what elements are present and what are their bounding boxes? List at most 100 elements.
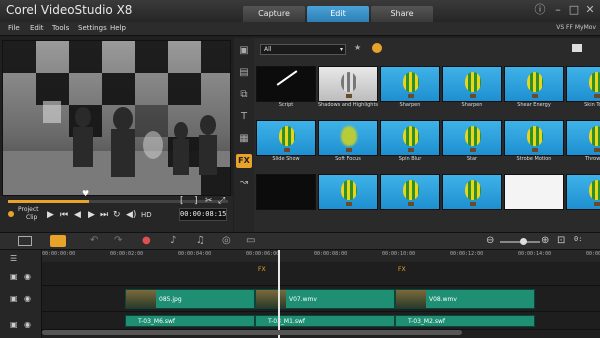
filter-label: Script <box>278 102 294 108</box>
filter-thumbnail <box>318 66 378 102</box>
timeline-scrollbar[interactable] <box>42 330 462 335</box>
timeline-ruler[interactable]: 00:00:00:00 00:00:02:00 00:00:04:00 00:00:0… <box>42 250 600 262</box>
balloon-icon <box>341 180 357 200</box>
filter-item[interactable]: Slide Show <box>256 120 321 162</box>
tab-edit[interactable]: Edit <box>307 6 369 22</box>
tab-capture[interactable]: Capture <box>243 6 305 22</box>
filter-item[interactable]: Shadows and Highlights <box>318 66 383 108</box>
menu-file[interactable]: File <box>8 24 20 32</box>
filter-item[interactable]: Star <box>442 120 507 162</box>
preview-window[interactable] <box>2 40 231 196</box>
filter-item[interactable]: Skin Tone <box>566 66 600 108</box>
graphic-icon[interactable]: ▦ <box>236 132 252 146</box>
end-icon[interactable]: ⏭ <box>100 210 108 220</box>
minimize-icon[interactable]: – <box>550 2 566 18</box>
zoom-out-icon[interactable]: ⊖ <box>486 235 494 246</box>
track-visible-icon[interactable]: ◉ <box>24 272 31 281</box>
motion-tracking-icon[interactable]: ◎ <box>222 235 231 246</box>
instant-project-icon[interactable]: ▤ <box>236 66 252 80</box>
home-icon[interactable]: ⏮ <box>60 210 68 220</box>
menu-edit[interactable]: Edit <box>30 24 44 32</box>
split-clip-icon[interactable]: ✂ <box>205 196 213 206</box>
filter-label: Soft Focus <box>335 156 361 162</box>
transition-icon[interactable]: ⧉ <box>236 88 252 102</box>
scrubber-handle[interactable]: ♥ <box>82 189 89 198</box>
filter-label: Shadows and Highlights <box>317 102 379 108</box>
filter-item[interactable] <box>442 174 507 210</box>
video-track <box>42 262 600 286</box>
sound-mixer-icon[interactable]: ♪ <box>170 235 176 246</box>
storyboard-view-icon[interactable] <box>18 236 32 246</box>
auto-music-icon[interactable]: ♫ <box>196 235 205 246</box>
library-filter-dropdown[interactable]: All ▾ <box>260 44 346 55</box>
path-icon[interactable]: ↝ <box>236 176 252 190</box>
balloon-icon <box>527 72 543 92</box>
overlay-visible-2-icon[interactable]: ◉ <box>24 320 31 329</box>
favorite-icon[interactable]: ★ <box>354 43 361 52</box>
preview-frame <box>3 41 230 195</box>
undo-icon[interactable]: ↶ <box>90 235 98 246</box>
filter-item[interactable] <box>318 174 383 210</box>
redo-icon[interactable]: ↷ <box>114 235 122 246</box>
balloon-icon <box>589 180 600 200</box>
next-frame-icon[interactable]: ▶ <box>88 210 95 220</box>
filter-item[interactable]: Shear Energy <box>504 66 569 108</box>
filter-item[interactable]: Sharpen <box>380 66 445 108</box>
sort-icon[interactable] <box>572 44 582 52</box>
track-manager-icon[interactable]: ☰ <box>10 254 17 263</box>
filter-label: Spin Blur <box>398 156 422 162</box>
filter-item[interactable]: Script <box>256 66 321 108</box>
filter-thumbnail <box>380 66 440 102</box>
filter-item[interactable]: Strobe Motion <box>504 120 569 162</box>
record-capture-icon[interactable]: ● <box>142 235 151 246</box>
clip-mode-label[interactable]: Clip <box>26 214 37 221</box>
timecode-display[interactable]: 00:00:08:15 <box>179 208 227 221</box>
subtitle-icon[interactable]: ▭ <box>246 235 255 246</box>
project-mode-label[interactable]: Project <box>18 206 39 213</box>
media-icon[interactable]: ▣ <box>236 44 252 58</box>
repeat-icon[interactable]: ↻ <box>113 210 121 220</box>
zoom-in-icon[interactable]: ⊕ <box>541 235 549 246</box>
filter-item[interactable]: Throw St <box>566 120 600 162</box>
overlay-track-icon[interactable]: ▣ <box>10 294 18 303</box>
volume-icon[interactable]: ◀) <box>126 210 136 220</box>
ruler-tick: 00:00:06:00 <box>246 251 280 257</box>
menu-tools[interactable]: Tools <box>52 24 69 32</box>
overlay-visible-icon[interactable]: ◉ <box>24 294 31 303</box>
fit-project-icon[interactable]: ⊡ <box>557 235 565 246</box>
tab-share[interactable]: Share <box>371 6 433 22</box>
filter-fx-icon[interactable]: FX <box>236 154 252 168</box>
ruler-tick: 00:00:08:00 <box>314 251 348 257</box>
menu-help[interactable]: Help <box>110 24 126 32</box>
filter-item[interactable]: Spin Blur <box>380 120 445 162</box>
play-icon[interactable]: ▶ <box>47 210 54 220</box>
timeline-view-icon[interactable] <box>50 235 66 247</box>
timeline-playhead[interactable] <box>278 250 280 338</box>
enlarge-preview-icon[interactable]: ⤢ <box>218 196 225 206</box>
mode-indicator <box>8 211 14 217</box>
zoom-slider[interactable] <box>500 238 540 245</box>
close-icon[interactable]: ✕ <box>582 2 598 18</box>
previous-frame-icon[interactable]: ◀ <box>74 210 81 220</box>
import-icon[interactable] <box>372 43 382 53</box>
mark-out-button[interactable]: ] <box>194 196 198 206</box>
video-track-icon[interactable]: ▣ <box>10 272 18 281</box>
ruler-tick: 00:00:12:00 <box>450 251 484 257</box>
filter-label: Throw St <box>584 156 600 162</box>
info-icon[interactable]: ⓘ <box>532 2 548 18</box>
ruler-tick: 00:00:14:00 <box>518 251 552 257</box>
filter-item[interactable]: Soft Focus <box>318 120 383 162</box>
filter-item[interactable] <box>256 174 321 210</box>
maximize-icon[interactable]: □ <box>566 2 582 18</box>
menu-settings[interactable]: Settings <box>78 24 107 32</box>
hd-button[interactable]: HD <box>141 211 152 219</box>
filter-item[interactable] <box>504 174 569 210</box>
title-icon[interactable]: T <box>236 110 252 124</box>
filter-item[interactable]: Sharpen <box>442 66 507 108</box>
filter-thumbnail <box>318 174 378 210</box>
overlay-track-2-icon[interactable]: ▣ <box>10 320 18 329</box>
mark-in-button[interactable]: [ <box>180 196 184 206</box>
filter-item[interactable] <box>566 174 600 210</box>
pen-stroke-icon <box>276 70 298 86</box>
filter-item[interactable] <box>380 174 445 210</box>
